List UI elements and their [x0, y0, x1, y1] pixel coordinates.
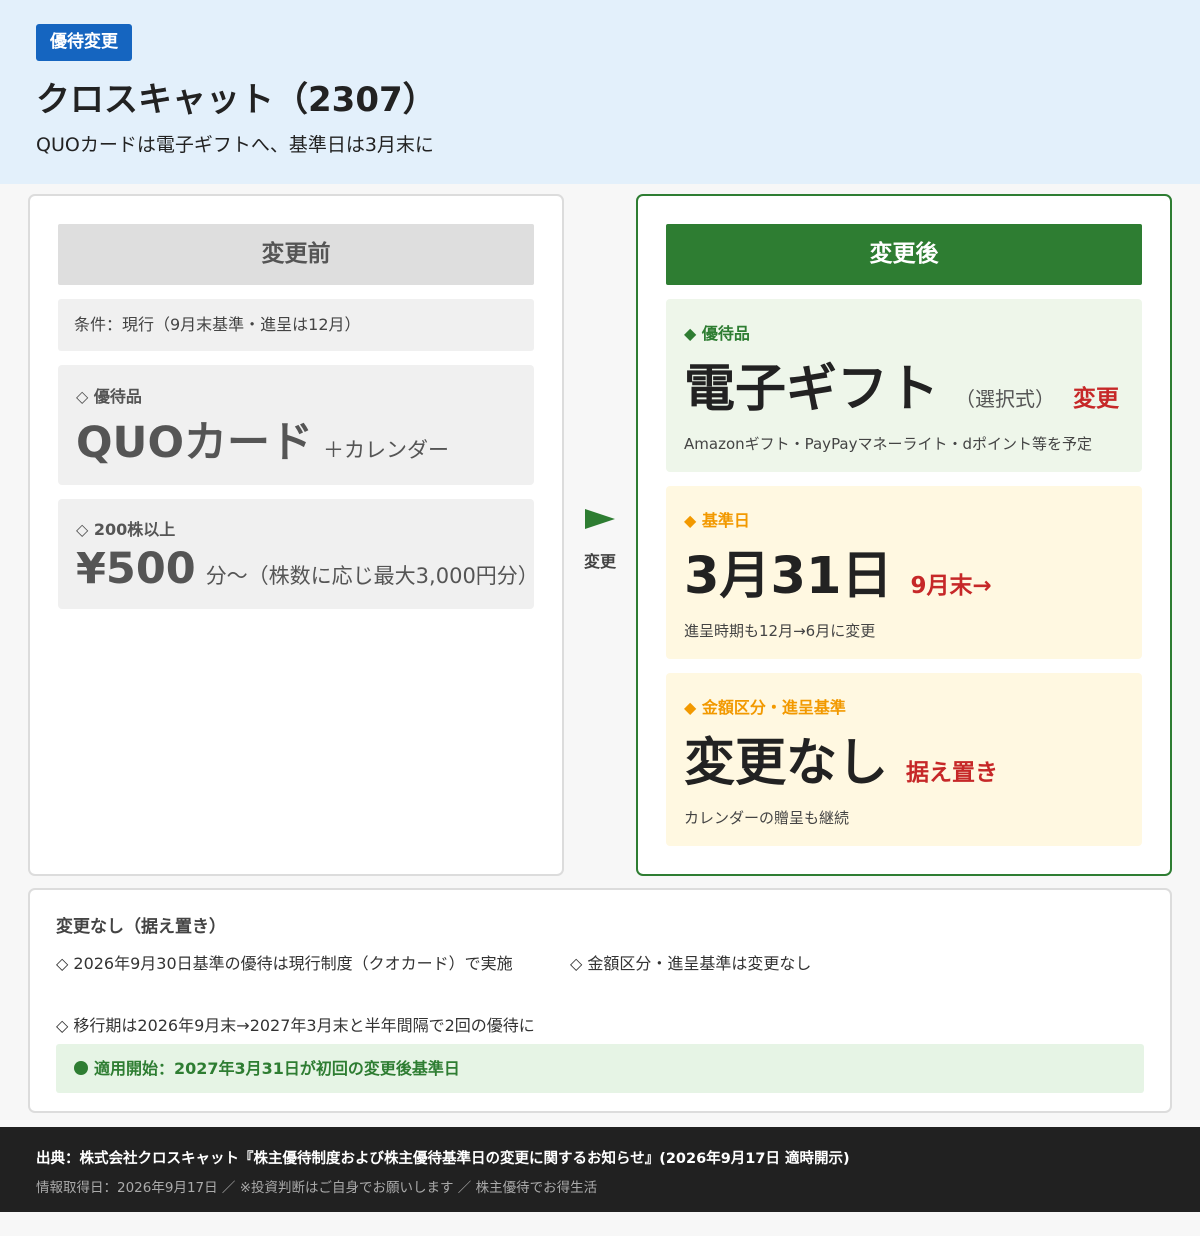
change-tag: 変更 — [1073, 386, 1120, 412]
date-change-tag: 9月末→ — [910, 573, 992, 599]
after-heading: 変更後 — [666, 224, 1142, 285]
after-criteria-box: ◆ 金額区分・進呈基準 変更なし 据え置き カレンダーの贈呈も継続 — [666, 673, 1142, 846]
before-amount-value: ¥500 分〜（株数に応じ最大3,000円分） — [76, 543, 539, 602]
after-item-box: ◆ 優待品 電子ギフト （選択式） 変更 Amazonギフト・PayPayマネーライ… — [666, 299, 1142, 472]
after-item-value: 電子ギフト — [684, 360, 940, 419]
before-amount-suffix: 分〜（株数に応じ最大3,000円分） — [205, 564, 539, 588]
before-condition: 条件：現行（9月末基準・進呈は12月） — [58, 299, 534, 351]
apply-start-text: 適用開始：2027年3月31日が初回の変更後基準日 — [94, 1059, 460, 1078]
before-item-label: ◇ 優待品 — [76, 387, 142, 406]
before-item-suffix: ＋カレンダー — [323, 438, 450, 462]
before-amount-label: ◇ 200株以上 — [76, 520, 176, 539]
before-amount-price: ¥500 — [76, 544, 196, 594]
after-criteria-value: 変更なし — [684, 734, 889, 793]
after-date-label: ◆ 基準日 — [684, 511, 750, 530]
before-heading: 変更前 — [58, 224, 534, 285]
category-badge: 優待変更 — [36, 24, 132, 61]
before-amount-box: ◇ 200株以上 ¥500 分〜（株数に応じ最大3,000円分） — [58, 499, 539, 609]
after-date-value: 3月31日 — [684, 547, 893, 606]
notes-panel: 変更なし（据え置き） ◇ 2026年9月30日基準の優待は現行制度（クオカード）… — [28, 888, 1172, 1113]
green-dot-icon — [74, 1061, 88, 1075]
after-item-value-row: 電子ギフト （選択式） 変更 — [684, 360, 1119, 429]
before-item-name: QUOカード — [76, 418, 314, 468]
note-item: ◇ 移行期は2026年9月末→2027年3月末と半年間隔で2回の優待に — [56, 1016, 535, 1035]
after-item-note: Amazonギフト・PayPayマネーライト・dポイント等を予定 — [684, 435, 1093, 453]
source-citation: 出典：株式会社クロスキャット『株主優待制度および株主優待基準日の変更に関するお知… — [36, 1151, 850, 1167]
after-criteria-note: カレンダーの贈呈も継続 — [684, 809, 850, 827]
footer-meta: 情報取得日：2026年9月17日 ／ ※投資判断はご自身でお願いします ／ 株主… — [36, 1180, 598, 1196]
arrow-label: 変更 — [583, 552, 616, 571]
arrow-right-icon — [585, 509, 615, 529]
apply-start-banner: 適用開始：2027年3月31日が初回の変更後基準日 — [56, 1044, 1144, 1093]
after-card: 変更後 ◆ 優待品 電子ギフト （選択式） 変更 Amazonギフト・PayPayマ… — [636, 194, 1172, 876]
before-item-box: ◇ 優待品 QUOカード ＋カレンダー — [58, 365, 534, 485]
header-banner: 優待変更 クロスキャット（2307） QUOカードは電子ギフトへ、基準日は3月末… — [0, 0, 1200, 184]
notes-title: 変更なし（据え置き） — [56, 917, 226, 937]
page-title: クロスキャット（2307） — [36, 80, 437, 120]
before-card: 変更前 条件：現行（9月末基準・進呈は12月） ◇ 優待品 QUOカード ＋カレン… — [28, 194, 564, 876]
after-date-box: ◆ 基準日 3月31日 9月末→ 進呈時期も12月→6月に変更 — [666, 486, 1142, 659]
note-item: ◇ 金額区分・進呈基準は変更なし — [570, 954, 812, 973]
page-subtitle: QUOカードは電子ギフトへ、基準日は3月末に — [36, 134, 434, 156]
after-item-label: ◆ 優待品 — [684, 324, 750, 343]
criteria-tag: 据え置き — [906, 760, 999, 786]
after-item-paren: （選択式） — [955, 387, 1056, 411]
footer: 出典：株式会社クロスキャット『株主優待制度および株主優待基準日の変更に関するお知… — [0, 1127, 1200, 1212]
after-criteria-value-row: 変更なし 据え置き — [684, 734, 998, 803]
after-criteria-label: ◆ 金額区分・進呈基準 — [684, 698, 846, 717]
note-item: ◇ 2026年9月30日基準の優待は現行制度（クオカード）で実施 — [56, 954, 513, 973]
after-date-value-row: 3月31日 9月末→ — [684, 547, 992, 616]
after-date-note: 進呈時期も12月→6月に変更 — [684, 622, 876, 640]
before-item-value: QUOカード ＋カレンダー — [76, 417, 449, 476]
